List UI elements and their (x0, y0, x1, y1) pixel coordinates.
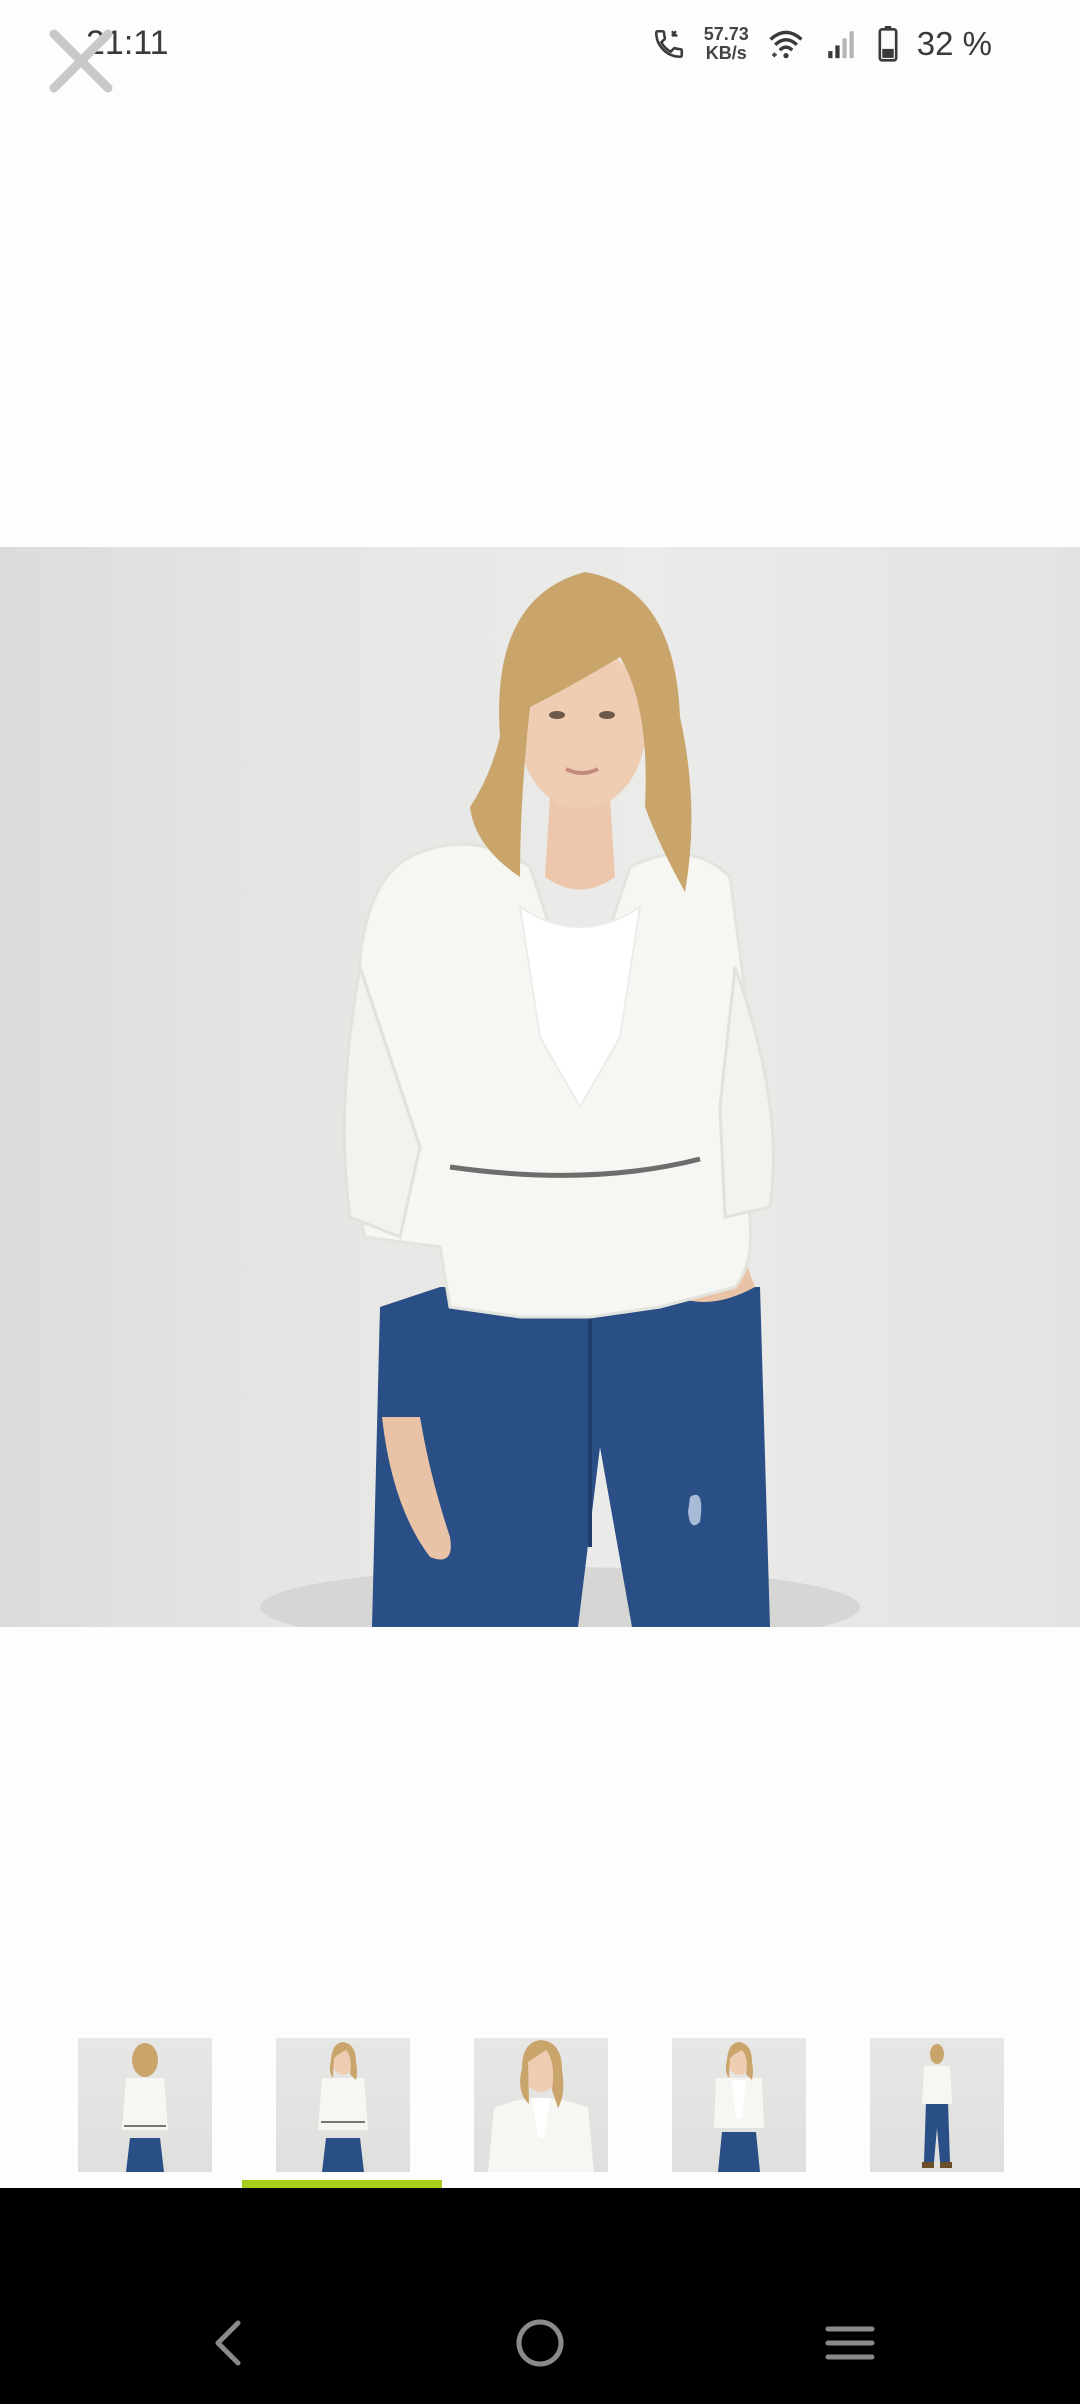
selected-thumbnail-indicator (242, 2180, 442, 2188)
thumbnail-photo (922, 2044, 952, 2168)
thumbnail-full-length[interactable] (870, 2038, 1004, 2172)
wifi-icon (769, 30, 803, 59)
menu-icon (825, 2326, 875, 2360)
status-icons: 57.73 KB/s 32 % (652, 22, 992, 66)
thumbnail-photo (488, 2040, 594, 2172)
close-icon (49, 29, 113, 93)
back-icon (215, 2320, 241, 2366)
call-icon (654, 29, 683, 59)
thumbnail-photo (318, 2042, 368, 2172)
close-button[interactable] (44, 24, 118, 98)
signal-icon (828, 31, 854, 59)
battery-icon (878, 26, 898, 62)
home-button[interactable] (495, 2298, 585, 2388)
system-nav-bar (0, 2188, 1080, 2404)
model-photo (260, 572, 860, 1627)
thumbnail-strip (0, 2038, 1080, 2172)
battery-percent: 32 % (916, 25, 992, 62)
thumbnail-back[interactable] (78, 2038, 212, 2172)
status-bar: 21:11 57.73 KB/s 32 % (0, 0, 1080, 90)
thumbnail-front[interactable] (276, 2038, 410, 2172)
net-speed-unit: KB/s (705, 43, 747, 63)
thumbnail-front-open[interactable] (672, 2038, 806, 2172)
main-product-image[interactable] (0, 547, 1080, 1627)
net-speed: 57.73 KB/s (704, 25, 749, 63)
back-button[interactable] (183, 2298, 273, 2388)
home-icon (516, 2319, 564, 2367)
thumbnail-photo (714, 2042, 764, 2172)
net-speed-value: 57.73 (703, 24, 749, 44)
thumbnail-photo (122, 2043, 168, 2172)
thumbnail-close-up[interactable] (474, 2038, 608, 2172)
menu-button[interactable] (805, 2298, 895, 2388)
